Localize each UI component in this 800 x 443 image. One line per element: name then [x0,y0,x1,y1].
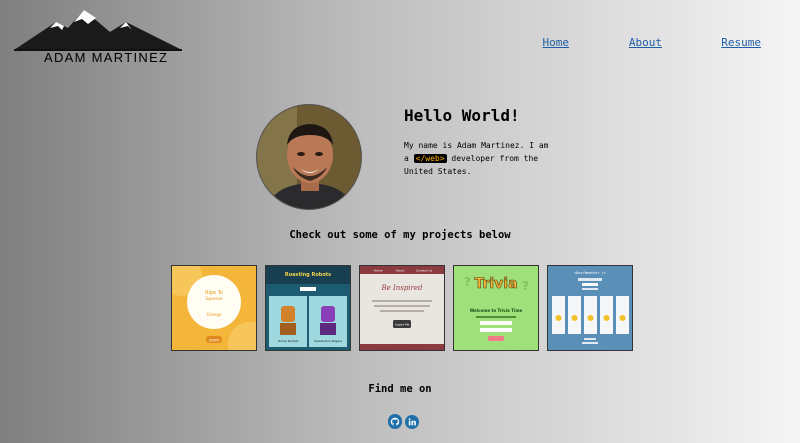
nav-about-link[interactable]: About [629,36,662,49]
inspired-card-button: Inspire Me [395,323,410,327]
trivia-card-subtitle: Welcome to Trivia Time [470,308,523,313]
question-mark-decor: ? [464,275,471,289]
github-icon[interactable] [388,414,402,429]
profile-photo [256,104,362,210]
inspired-nav-home: Home [374,269,383,273]
linkedin-icon[interactable] [405,414,419,429]
project-card-inspired[interactable]: Home About Contact Us Be Inspired Inspir… [359,265,445,351]
inspired-card-title: Be Inspired [380,284,423,292]
question-mark-decor: ? [522,279,529,293]
robot-name-1: Ochre Rocket [278,339,299,343]
project-card-robots[interactable]: Roasting Robots Ochre Rocket Alexandros … [265,265,351,351]
hero-heading: Hello World! [404,106,520,125]
robots-card-title: Roasting Robots [285,272,331,278]
orange-card-button: START [209,339,221,343]
site-logo[interactable]: ADAM MARTINEZ [14,8,186,66]
brand-name: ADAM MARTINEZ [44,50,169,65]
nav-home-link[interactable]: Home [543,36,570,49]
robot-name-2: Alexandros Rogers [314,339,342,343]
trivia-card-title: Trivia [474,276,517,292]
weather-card-title: <Dev/Weather /> [574,271,606,275]
find-me-heading: Find me on [368,383,432,395]
projects-heading: Check out some of my projects below [289,229,511,241]
project-card-orange[interactable]: Ripe To Squeeze Orange START [171,265,257,351]
nav-resume-link[interactable]: Resume [721,36,761,49]
inspired-nav-about: About [396,269,406,273]
mountain-logo-icon [14,10,182,51]
web-code-tag: </web> [413,154,447,163]
project-card-weather[interactable]: <Dev/Weather /> [547,265,633,351]
orange-card-label: Orange [207,312,222,317]
hero-bio: My name is Adam Martinez. I am a </web> … [404,139,554,178]
orange-card-subtitle: Squeeze [205,296,223,301]
project-card-trivia[interactable]: ? ? Trivia Welcome to Trivia Time [453,265,539,351]
inspired-nav-contact: Contact Us [416,269,433,273]
